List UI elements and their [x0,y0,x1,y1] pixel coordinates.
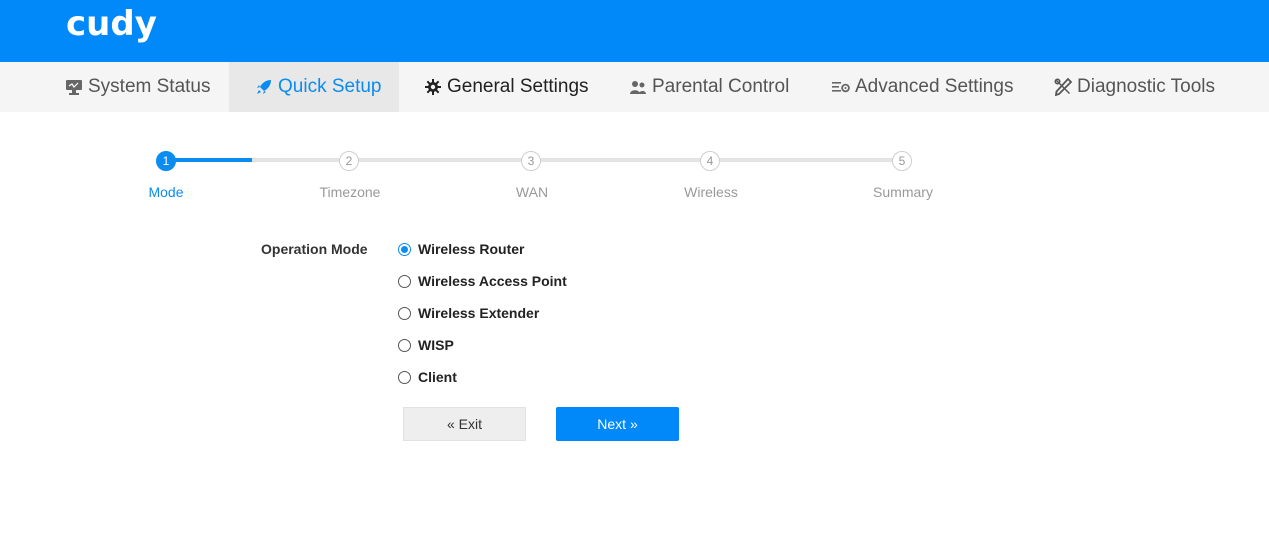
option-wisp[interactable]: WISP [398,335,454,355]
main-nav: System Status Quick Setup General Settin… [0,62,1269,112]
next-button[interactable]: Next » [556,407,679,441]
option-wireless-access-point[interactable]: Wireless Access Point [398,271,567,291]
step-2-label: Timezone [319,184,381,200]
option-label: Wireless Extender [418,305,540,321]
tab-advanced-settings[interactable]: Advanced Settings [831,62,1013,112]
list-gear-icon [831,77,851,97]
step-3-marker: 3 [521,151,541,171]
option-label: Wireless Router [418,241,525,257]
tab-general-settings[interactable]: General Settings [423,62,589,112]
tab-quick-setup[interactable]: Quick Setup [229,62,399,112]
users-icon [628,77,648,97]
tab-label: Diagnostic Tools [1077,76,1216,97]
option-label: Wireless Access Point [418,273,567,289]
rocket-icon [254,77,274,97]
tab-diagnostic-tools[interactable]: Diagnostic Tools [1053,62,1215,112]
option-wireless-extender[interactable]: Wireless Extender [398,303,539,323]
exit-button[interactable]: « Exit [403,407,526,441]
step-5-label: Summary [873,184,933,200]
radio-button[interactable] [398,370,411,384]
step-5-marker: 5 [892,151,912,171]
step-4-marker: 4 [700,151,720,171]
radio-button[interactable] [398,274,411,288]
gear-icon [423,77,443,97]
radio-button[interactable] [398,306,411,320]
tab-label: Parental Control [652,76,790,97]
option-label: Client [418,369,457,385]
monitor-icon [64,77,84,97]
step-1-marker: 1 [156,151,176,171]
radio-button-selected[interactable] [398,242,411,256]
tab-label: General Settings [447,76,589,97]
radio-button[interactable] [398,338,411,352]
step-2-marker: 2 [339,151,359,171]
tab-label: Advanced Settings [855,76,1014,97]
progress-line-completed [170,158,252,162]
tools-icon [1053,77,1073,97]
option-wireless-router[interactable]: Wireless Router [398,239,524,259]
cudy-logo[interactable]: cudy [66,4,157,44]
tab-system-status[interactable]: System Status [64,62,211,112]
operation-mode-label: Operation Mode [261,241,368,257]
header-bar: cudy [0,0,1269,62]
step-3-label: WAN [515,184,549,200]
step-4-label: Wireless [684,184,738,200]
option-client[interactable]: Client [398,367,457,387]
step-1-label: Mode [148,184,184,200]
tab-parental-control[interactable]: Parental Control [628,62,789,112]
option-label: WISP [418,337,454,353]
tab-label: Quick Setup [278,76,382,97]
tab-label: System Status [88,76,211,97]
